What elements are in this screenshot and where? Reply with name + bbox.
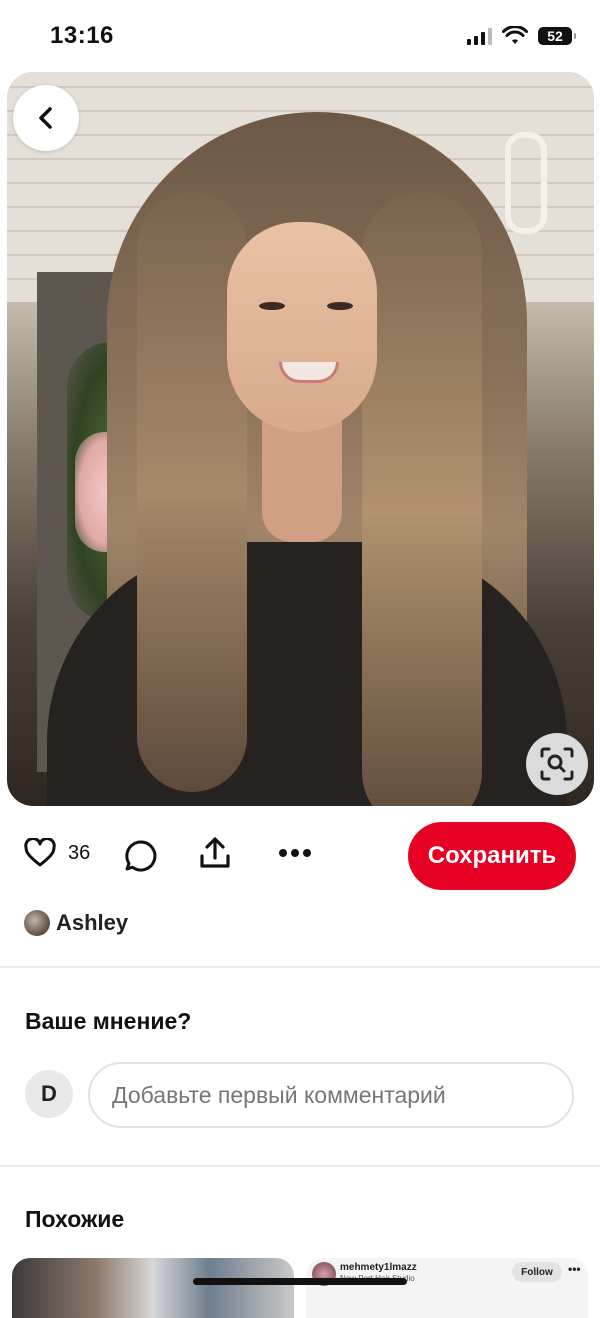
signal-icon [467, 27, 492, 45]
similar-pin-more-icon[interactable]: ••• [568, 1262, 581, 1276]
back-button[interactable] [13, 85, 79, 151]
status-bar: 13:16 52 [0, 0, 600, 72]
comment-icon [125, 840, 157, 872]
divider [0, 1165, 600, 1167]
share-button[interactable] [198, 836, 232, 870]
similar-pin-username: mehmety1lmazz [340, 1262, 417, 1273]
more-button[interactable] [278, 848, 312, 858]
like-button[interactable]: 36 [24, 838, 90, 868]
visual-search-icon [540, 747, 574, 781]
action-bar: 36 Сохранить [0, 822, 600, 890]
heart-icon [24, 838, 56, 867]
wifi-icon [502, 26, 528, 44]
battery-level: 52 [547, 28, 563, 44]
author-avatar[interactable] [24, 910, 50, 936]
user-avatar: D [25, 1070, 73, 1118]
home-indicator[interactable] [193, 1278, 407, 1285]
similar-pin-1[interactable] [12, 1258, 294, 1318]
similar-title: Похожие [25, 1206, 125, 1232]
visual-search-button[interactable] [526, 733, 588, 795]
status-icons: 52 [467, 26, 576, 46]
divider [0, 966, 600, 968]
chevron-left-icon [39, 107, 52, 129]
status-time: 13:16 [50, 22, 114, 49]
save-button[interactable]: Сохранить [408, 822, 576, 890]
author-name[interactable]: Ashley [56, 910, 128, 936]
like-count: 36 [68, 841, 91, 864]
author-row[interactable]: Ashley [24, 910, 128, 936]
battery-icon: 52 [538, 27, 576, 45]
comments-title: Ваше мнение? [25, 1008, 192, 1034]
comment-button[interactable] [124, 839, 158, 873]
share-icon [200, 837, 230, 868]
follow-button[interactable]: Follow [512, 1262, 562, 1282]
similar-pin-2[interactable]: mehmety1lmazz New Port Hair Studio Follo… [306, 1258, 588, 1318]
more-icon [279, 849, 311, 857]
comment-input[interactable]: Добавьте первый комментарий [88, 1062, 574, 1128]
pin-image[interactable] [7, 72, 594, 806]
